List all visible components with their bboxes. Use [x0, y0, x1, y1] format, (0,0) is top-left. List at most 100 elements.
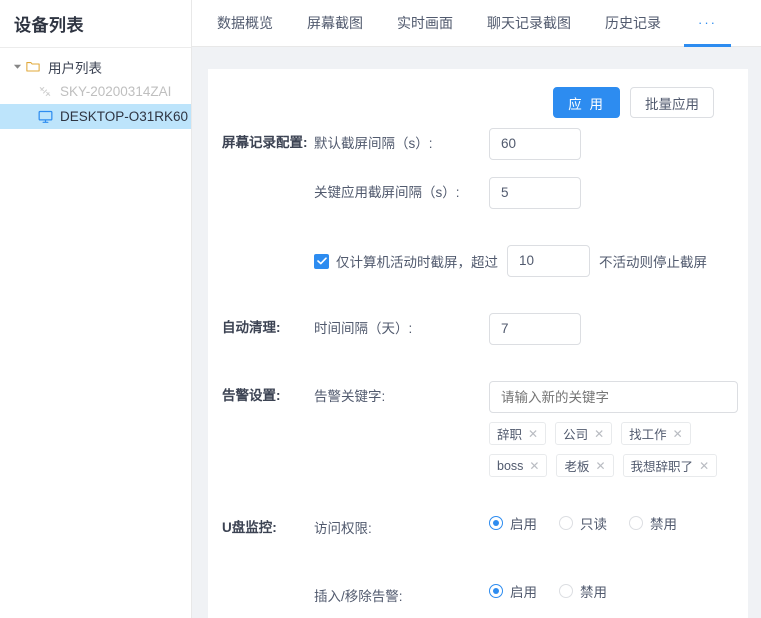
- keyword-tag[interactable]: 老板 ✕: [556, 454, 614, 477]
- radio-icon[interactable]: [489, 584, 503, 598]
- usb-access-option-readonly[interactable]: 只读: [559, 513, 607, 533]
- usb-access-radio-group: 启用 只读 禁用: [489, 513, 677, 533]
- row-usb-plug-alert: 插入/移除告警: 启用 禁用: [222, 581, 726, 613]
- keyword-tag[interactable]: 公司 ✕: [555, 422, 613, 445]
- keyword-tag[interactable]: boss ✕: [489, 454, 548, 477]
- radio-icon[interactable]: [559, 584, 573, 598]
- row-auto-clean: 自动清理: 时间间隔（天）: 7: [222, 313, 726, 345]
- label-default-interval: 默认截屏间隔（s）:: [314, 136, 433, 151]
- idle-capture-text-after: 不活动则停止截屏: [599, 255, 707, 270]
- row-key-app-interval: 关键应用截屏间隔（s）: 5: [222, 177, 726, 209]
- row-spacer-5: [222, 562, 726, 581]
- field-clean-interval: 7: [489, 313, 726, 345]
- tree-node-user-list[interactable]: 用户列表: [0, 54, 191, 79]
- tab-history[interactable]: 历史记录: [588, 0, 678, 46]
- group-label-usb-monitor: U盘监控:: [222, 520, 277, 535]
- usb-plug-alert-option-disable[interactable]: 禁用: [559, 581, 607, 601]
- radio-label: 只读: [580, 517, 607, 532]
- batch-apply-button[interactable]: 批量应用: [630, 87, 714, 118]
- folder-icon: [26, 60, 46, 73]
- clean-interval-input[interactable]: 7: [489, 313, 581, 345]
- idle-capture-check-line: 仅计算机活动时截屏，超过 10 不活动则停止截屏: [314, 245, 707, 277]
- tree-node-desktop-device[interactable]: DESKTOP-O31RK60: [0, 104, 191, 129]
- label-key-app-interval: 关键应用截屏间隔（s）:: [314, 185, 460, 200]
- usb-access-option-enable[interactable]: 启用: [489, 513, 537, 533]
- remove-tag-icon[interactable]: ✕: [699, 459, 709, 473]
- remove-tag-icon[interactable]: ✕: [529, 459, 539, 473]
- keyword-tag[interactable]: 找工作 ✕: [621, 422, 691, 445]
- field-key-app-interval: 5: [489, 177, 726, 209]
- keyword-tag-label: boss: [497, 458, 524, 473]
- tree-node-label: SKY-20200314ZAI: [60, 84, 172, 99]
- offline-link-icon: [38, 85, 58, 98]
- keyword-tag-label: 我想辞职了: [630, 460, 694, 474]
- key-app-interval-input[interactable]: 5: [489, 177, 581, 209]
- keyword-tag[interactable]: 我想辞职了 ✕: [622, 454, 718, 477]
- row-spacer-2: [222, 294, 726, 313]
- label-alert-keyword: 告警关键字:: [314, 389, 386, 404]
- label-clean-interval: 时间间隔（天）:: [314, 321, 413, 336]
- alert-keyword-input[interactable]: [489, 381, 738, 413]
- tab-bar: 数据概览 屏幕截图 实时画面 聊天记录截图 历史记录 ···: [192, 0, 761, 47]
- radio-icon[interactable]: [629, 516, 643, 530]
- device-list-sidebar: 设备列表 用户列表 SKY-20200314ZAI DESKTOP-O31RK6…: [0, 0, 192, 618]
- row-usb-access: U盘监控: 访问权限: 启用 只读 禁用: [222, 513, 726, 545]
- idle-threshold-input[interactable]: 10: [507, 245, 590, 277]
- row-default-interval: 屏幕记录配置: 默认截屏间隔（s）: 60: [222, 128, 726, 160]
- field-default-interval: 60: [489, 128, 726, 160]
- tab-data-overview[interactable]: 数据概览: [200, 0, 290, 46]
- tab-chat-log-screenshot[interactable]: 聊天记录截图: [470, 0, 588, 46]
- radio-icon[interactable]: [489, 516, 503, 530]
- usb-plug-alert-option-enable[interactable]: 启用: [489, 581, 537, 601]
- field-idle-capture: 仅计算机活动时截屏，超过 10 不活动则停止截屏: [314, 245, 726, 277]
- field-usb-access: 启用 只读 禁用: [489, 513, 726, 533]
- tree-node-label: 用户列表: [48, 60, 102, 76]
- group-label-spacer-2: [222, 245, 314, 250]
- page-title: 设备列表: [14, 16, 84, 35]
- group-label-alert-settings: 告警设置:: [222, 388, 281, 403]
- tree-node-label: DESKTOP-O31RK60: [60, 109, 189, 124]
- tab-more[interactable]: ···: [678, 0, 737, 47]
- idle-capture-text-before: 仅计算机活动时截屏，超过: [336, 255, 498, 270]
- remove-tag-icon[interactable]: ✕: [595, 459, 605, 473]
- tab-screenshot[interactable]: 屏幕截图: [290, 0, 380, 46]
- usb-access-option-disable[interactable]: 禁用: [629, 513, 677, 533]
- sidebar-header: 设备列表: [0, 0, 191, 48]
- row-spacer-3: [222, 362, 726, 381]
- settings-card: 应 用 批量应用 屏幕记录配置: 默认截屏间隔（s）: 60 关键应用截屏间隔（…: [208, 69, 748, 618]
- field-alert-keyword: 辞职 ✕ 公司 ✕ 找工作 ✕ boss ✕ 老板 ✕ 我想辞职了 ✕: [489, 381, 738, 477]
- main-panel: 数据概览 屏幕截图 实时画面 聊天记录截图 历史记录 ··· 应 用 批量应用 …: [192, 0, 761, 618]
- label-usb-plug-alert: 插入/移除告警:: [314, 589, 403, 604]
- row-spacer-4: [222, 494, 726, 513]
- radio-label: 禁用: [650, 517, 677, 532]
- remove-tag-icon[interactable]: ✕: [673, 427, 683, 441]
- radio-label: 禁用: [580, 585, 607, 600]
- radio-label: 启用: [510, 517, 537, 532]
- row-idle-capture: 仅计算机活动时截屏，超过 10 不活动则停止截屏: [222, 245, 726, 277]
- row-spacer: [222, 226, 726, 245]
- alert-keyword-tag-list: 辞职 ✕ 公司 ✕ 找工作 ✕ boss ✕ 老板 ✕ 我想辞职了 ✕: [489, 413, 738, 477]
- idle-capture-checkbox[interactable]: [314, 253, 329, 269]
- action-button-row: 应 用 批量应用: [222, 87, 726, 118]
- usb-plug-alert-radio-group: 启用 禁用: [489, 581, 607, 601]
- group-label-spacer-3: [222, 581, 314, 586]
- keyword-tag-label: 公司: [563, 428, 589, 442]
- field-usb-plug-alert: 启用 禁用: [489, 581, 726, 601]
- default-interval-input[interactable]: 60: [489, 128, 581, 160]
- remove-tag-icon[interactable]: ✕: [528, 427, 538, 441]
- remove-tag-icon[interactable]: ✕: [594, 427, 604, 441]
- tab-live-view[interactable]: 实时画面: [380, 0, 470, 46]
- keyword-tag[interactable]: 辞职 ✕: [489, 422, 547, 445]
- tree-node-sky-device[interactable]: SKY-20200314ZAI: [0, 79, 191, 104]
- keyword-tag-label: 找工作: [629, 428, 667, 442]
- apply-button[interactable]: 应 用: [553, 87, 620, 118]
- row-alert-keywords: 告警设置: 告警关键字: 辞职 ✕ 公司 ✕ 找工作 ✕ boss ✕ 老板 ✕ 我想辞职…: [222, 381, 738, 477]
- radio-icon[interactable]: [559, 516, 573, 530]
- label-usb-access: 访问权限:: [314, 521, 372, 536]
- chevron-down-icon[interactable]: [8, 62, 26, 71]
- app-root: 设备列表 用户列表 SKY-20200314ZAI DESKTOP-O31RK6…: [0, 0, 761, 618]
- group-label-screen-record: 屏幕记录配置:: [222, 135, 308, 150]
- group-label-auto-clean: 自动清理:: [222, 320, 281, 335]
- device-tree: 用户列表 SKY-20200314ZAI DESKTOP-O31RK60: [0, 48, 191, 129]
- keyword-tag-label: 辞职: [497, 428, 523, 442]
